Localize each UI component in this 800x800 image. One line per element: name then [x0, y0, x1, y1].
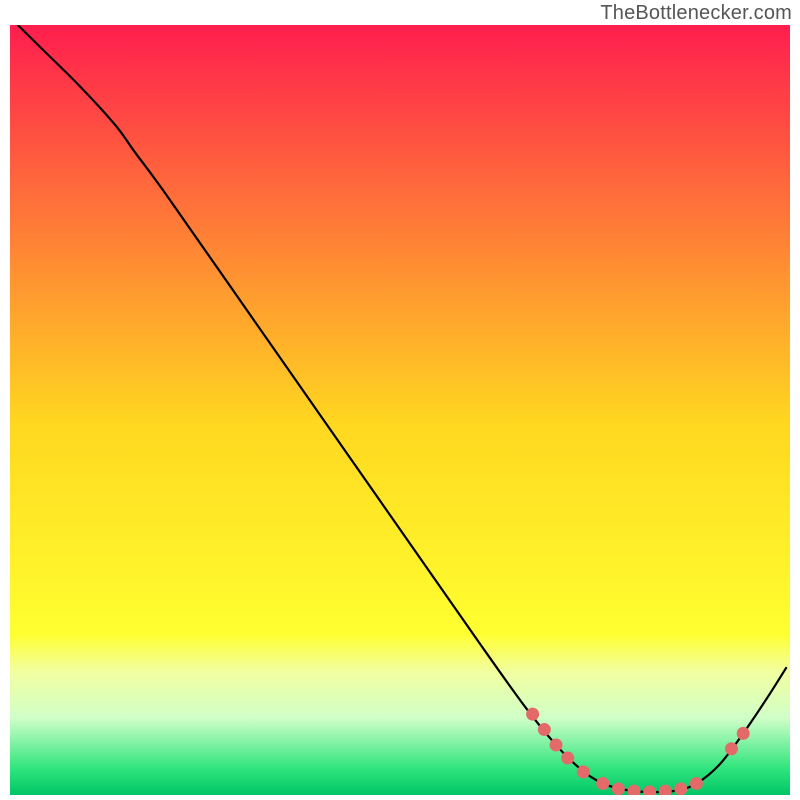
attribution-label: TheBottlenecker.com [600, 2, 792, 25]
chart-svg [10, 25, 790, 795]
data-marker [550, 738, 563, 751]
chart-area [10, 25, 790, 795]
data-marker [538, 723, 551, 736]
data-marker [577, 765, 590, 778]
data-marker [690, 777, 703, 790]
data-marker [596, 777, 609, 790]
data-marker [674, 782, 687, 795]
data-marker [725, 742, 738, 755]
data-marker [737, 727, 750, 740]
data-marker [561, 752, 574, 765]
data-marker [526, 708, 539, 721]
data-marker [612, 782, 625, 795]
